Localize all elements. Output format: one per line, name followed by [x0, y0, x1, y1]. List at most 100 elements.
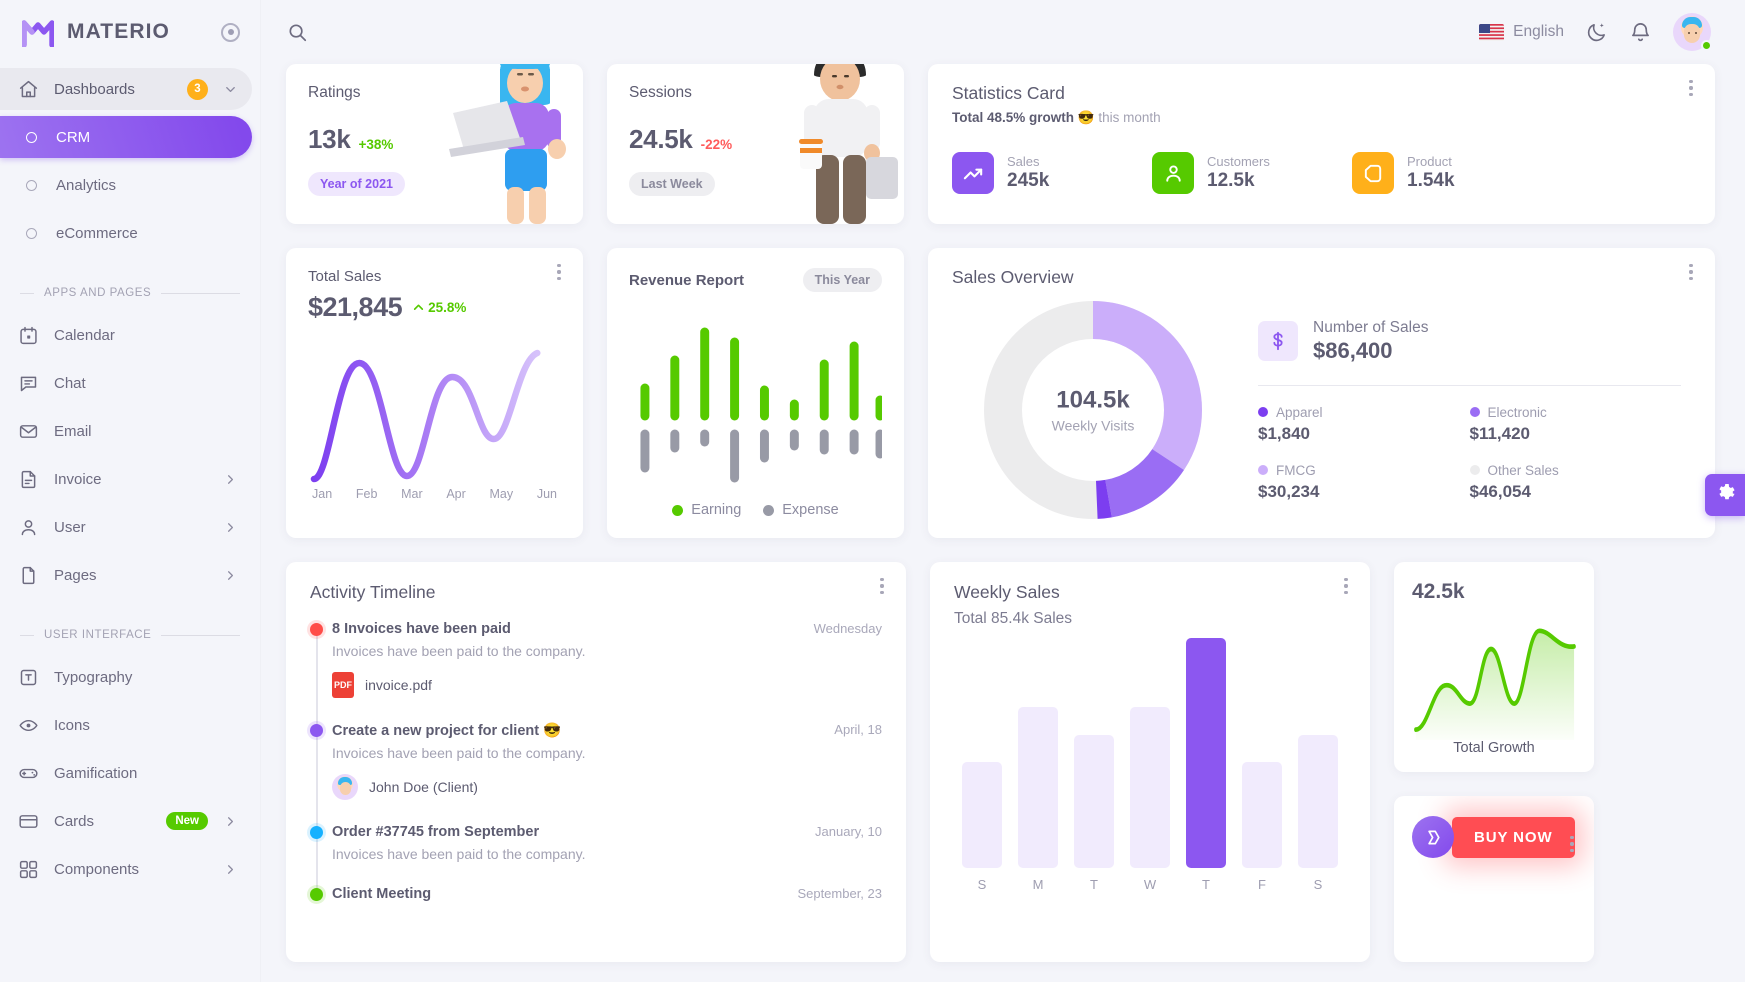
statistics-growth-text: Total 48.5% growth: [952, 110, 1075, 125]
sidebar-item-typography[interactable]: Typography: [0, 656, 252, 698]
avatar[interactable]: [1673, 13, 1712, 51]
topbar: English: [260, 0, 1745, 64]
account-icon: [1152, 152, 1194, 194]
sidebar-item-ecommerce[interactable]: eCommerce: [0, 212, 252, 254]
more-options-icon[interactable]: [1336, 576, 1356, 596]
chevron-down-icon[interactable]: [223, 82, 238, 97]
sidebar-item-analytics[interactable]: Analytics: [0, 164, 252, 206]
timeline-attachment[interactable]: PDF invoice.pdf: [332, 672, 882, 698]
section-label: APPS AND PAGES: [44, 287, 152, 299]
sidebar-item-cards[interactable]: Cards New: [0, 800, 252, 842]
legend-value: $11,420: [1469, 423, 1531, 443]
legend-dot-icon: [763, 504, 775, 516]
activity-timeline-title: Activity Timeline: [310, 582, 436, 602]
statistics-items: Sales 245k Customers 12.5k Product 1.54k: [952, 152, 1691, 194]
total-sales-chart: [308, 341, 561, 491]
sidebar-item-chat[interactable]: Chat: [0, 362, 252, 404]
timeline-attachment[interactable]: John Doe (Client): [332, 774, 882, 800]
chevron-right-icon[interactable]: [223, 862, 238, 877]
brand[interactable]: MATERIO: [0, 0, 260, 64]
sidebar-item-label: User: [54, 518, 86, 536]
more-options-icon[interactable]: [872, 576, 892, 596]
sidebar-item-pages[interactable]: Pages: [0, 554, 252, 596]
legend-label: Expense: [782, 502, 839, 518]
sidebar-item-gamification[interactable]: Gamification: [0, 752, 252, 794]
man-with-coffee-illustration: [754, 64, 904, 224]
sidebar-item-email[interactable]: Email: [0, 410, 252, 452]
sidebar-item-components[interactable]: Components: [0, 848, 252, 890]
stat-value: 245k: [1007, 170, 1050, 191]
invoice-icon: [18, 469, 39, 490]
axis-tick: S: [1313, 877, 1323, 892]
sidebar-item-crm[interactable]: CRM: [0, 116, 252, 158]
sidebar-item-calendar[interactable]: Calendar: [0, 314, 252, 356]
components-icon: [18, 859, 39, 880]
chevron-right-icon[interactable]: [223, 568, 238, 583]
revenue-report-chart: [629, 298, 885, 494]
timeline-bullet-icon: [310, 826, 323, 839]
weekly-bar: [1018, 707, 1058, 868]
revenue-report-title: Revenue Report: [629, 271, 745, 289]
row-bottom: Activity Timeline 8 Invoices have been p…: [286, 562, 1715, 962]
section-label: USER INTERFACE: [44, 629, 152, 641]
main-area: English Ratings 13k +38% Year of 2021 Se…: [260, 0, 1745, 982]
legend-value: $1,840: [1258, 423, 1310, 443]
timeline-bullet-icon: [310, 623, 323, 636]
revenue-report-period-chip[interactable]: This Year: [802, 268, 882, 292]
legend-label: Earning: [691, 502, 742, 518]
chevron-right-icon[interactable]: [223, 472, 238, 487]
chevron-right-icon[interactable]: [223, 520, 238, 535]
section-apps-and-pages: APPS AND PAGES: [20, 278, 240, 308]
weekly-bar: [1242, 762, 1282, 868]
ratings-card: Ratings 13k +38% Year of 2021: [286, 64, 583, 224]
settings-customizer-button[interactable]: [1705, 474, 1745, 516]
legend-apparel: Apparel $1,840: [1258, 405, 1470, 444]
weekly-bar-col: S: [962, 762, 1002, 892]
axis-tick: M: [1032, 877, 1044, 892]
woman-with-laptop-illustration: [433, 64, 583, 224]
statistics-period: this month: [1098, 110, 1161, 125]
bell-icon[interactable]: [1629, 21, 1652, 44]
sessions-delta: -22%: [700, 137, 733, 152]
axis-tick: W: [1143, 877, 1157, 892]
statistics-emoji: 😎: [1077, 110, 1095, 125]
pages-icon: [18, 565, 39, 586]
legend-electronic: Electronic $11,420: [1469, 405, 1682, 444]
weekly-sales-title: Weekly Sales: [954, 582, 1060, 602]
sidebar-item-dashboards[interactable]: Dashboards 3: [0, 68, 252, 110]
legend-value: $30,234: [1258, 481, 1320, 501]
total-sales-value-row: $21,845 25.8%: [308, 292, 561, 323]
buy-now-button[interactable]: BUY NOW: [1452, 816, 1575, 858]
section-user-interface: USER INTERFACE: [20, 620, 240, 650]
row-charts: Total Sales $21,845 25.8% Jan Feb Mar Ap…: [286, 248, 1715, 538]
sidebar-item-user[interactable]: User: [0, 506, 252, 548]
sessions-chip: Last Week: [629, 172, 715, 196]
chevron-right-icon[interactable]: [223, 814, 238, 829]
sidebar-item-icons[interactable]: Icons: [0, 704, 252, 746]
sidebar-item-label: Icons: [54, 716, 90, 734]
sales-overview-donut: 104.5k Weekly Visits: [968, 290, 1218, 530]
stat-sales: Sales 245k: [952, 152, 1152, 194]
timeline-title: Client Meeting: [332, 886, 432, 902]
sidebar-item-label: CRM: [56, 128, 91, 146]
stat-product: Product 1.54k: [1352, 152, 1552, 194]
timeline-bullet-icon: [310, 724, 323, 737]
more-options-icon[interactable]: [1681, 78, 1701, 98]
legend-expense: Expense: [763, 502, 839, 518]
sidebar-item-invoice[interactable]: Invoice: [0, 458, 252, 500]
search-icon[interactable]: [286, 21, 308, 43]
statistics-title: Statistics Card: [952, 83, 1065, 103]
axis-tick: Mar: [401, 487, 423, 501]
more-options-icon[interactable]: [1562, 834, 1582, 854]
sidebar-item-label: Invoice: [54, 470, 102, 488]
more-options-icon[interactable]: [549, 262, 569, 282]
moon-icon[interactable]: [1585, 21, 1608, 44]
legend-value: $46,054: [1469, 481, 1531, 501]
us-flag-icon: [1479, 23, 1505, 41]
divider: [1258, 384, 1681, 386]
weekly-bar-col: W: [1130, 707, 1170, 892]
more-options-icon[interactable]: [1681, 262, 1701, 282]
language-selector[interactable]: English: [1479, 23, 1564, 41]
pin-sidebar-icon[interactable]: [221, 22, 240, 42]
dollar-icon: [1258, 321, 1298, 361]
